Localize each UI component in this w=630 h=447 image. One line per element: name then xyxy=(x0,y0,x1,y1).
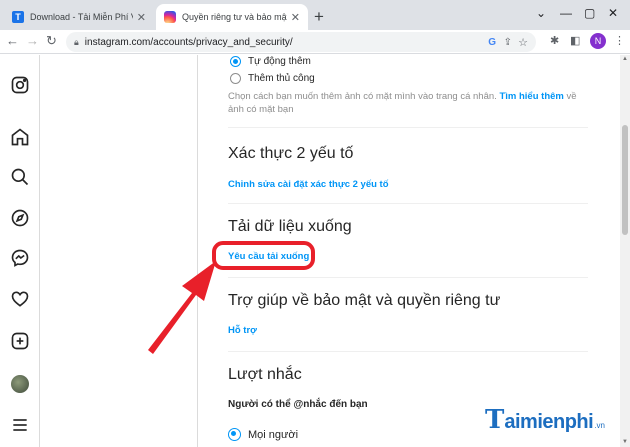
home-icon[interactable] xyxy=(10,127,30,147)
scroll-thumb[interactable] xyxy=(622,125,628,235)
url-text[interactable]: instagram.com/accounts/privacy_and_secur… xyxy=(85,37,293,48)
back-icon[interactable]: ← xyxy=(6,33,19,48)
explore-icon[interactable] xyxy=(10,208,30,228)
forward-icon[interactable]: → xyxy=(26,33,39,48)
two-factor-heading: Xác thực 2 yếu tố xyxy=(228,145,354,162)
radio-selected-icon[interactable] xyxy=(228,428,241,441)
learn-more-link[interactable]: Tìm hiểu thêm xyxy=(499,91,563,102)
sidebar-icon[interactable]: ◧ xyxy=(570,34,580,47)
share-icon[interactable]: ⇪ xyxy=(504,37,512,48)
close-tab-icon[interactable]: ✕ xyxy=(137,11,146,24)
scroll-down-icon[interactable]: ▼ xyxy=(622,439,628,445)
description-text: Chọn cách bạn muốn thêm ảnh có mặt mình … xyxy=(228,91,497,102)
heart-icon[interactable] xyxy=(10,289,30,309)
instagram-favicon-icon xyxy=(164,11,176,23)
close-window-icon[interactable]: ✕ xyxy=(608,6,618,20)
divider xyxy=(228,277,588,278)
tab-search-chevron-icon[interactable]: ⌄ xyxy=(536,6,546,20)
radio-mentions-everyone[interactable]: Mọi người xyxy=(228,428,298,441)
extensions-icon[interactable]: ✱ xyxy=(550,34,559,47)
page-scrollbar[interactable]: ▲ ▼ xyxy=(620,55,630,447)
tab-instagram-privacy[interactable]: Quyền riêng tư và bảo mật • Inst ✕ xyxy=(156,4,308,30)
messenger-icon[interactable] xyxy=(10,248,30,268)
divider xyxy=(228,351,588,352)
minimize-icon[interactable]: — xyxy=(560,6,572,20)
maximize-icon[interactable]: ▢ xyxy=(584,6,595,20)
download-data-heading: Tải dữ liệu xuống xyxy=(228,218,352,235)
divider xyxy=(228,127,588,128)
watermark-tld: .vn xyxy=(594,421,605,430)
radio-selected-icon[interactable] xyxy=(230,56,241,67)
radio-auto-add[interactable]: Tự động thêm xyxy=(230,56,311,67)
radio-label: Thêm thủ công xyxy=(248,73,315,84)
radio-label: Mọi người xyxy=(248,428,299,441)
create-icon[interactable] xyxy=(10,331,30,351)
radio-unselected-icon[interactable] xyxy=(230,73,241,84)
lock-icon[interactable]: 🔒︎ xyxy=(74,37,79,48)
radio-label: Tự động thêm xyxy=(248,56,311,67)
more-menu-icon[interactable]: ⋮ xyxy=(614,34,625,47)
profile-avatar[interactable] xyxy=(11,375,29,393)
tab-download[interactable]: T Download - Tải Miễn Phí VN - Ph ✕ xyxy=(4,4,154,30)
instagram-logo-icon[interactable] xyxy=(10,75,30,95)
watermark-text: aimienphi xyxy=(504,411,594,433)
profile-avatar[interactable]: N xyxy=(590,33,606,49)
mentions-subheading: Người có thể @nhắc đến bạn xyxy=(228,399,368,410)
address-bar[interactable]: 🔒︎ instagram.com/accounts/privacy_and_se… xyxy=(66,32,536,52)
divider xyxy=(228,203,588,204)
taimienphi-favicon-icon: T xyxy=(12,11,24,23)
instagram-sidebar xyxy=(0,55,40,447)
watermark-logo-letter: T xyxy=(485,405,505,435)
google-lens-icon[interactable]: G xyxy=(488,37,496,48)
tab-title: Quyền riêng tư và bảo mật • Inst xyxy=(182,12,287,22)
browser-toolbar: ← → ↻ 🔒︎ instagram.com/accounts/privacy_… xyxy=(0,30,630,54)
menu-icon[interactable] xyxy=(10,415,30,435)
search-icon[interactable] xyxy=(10,167,30,187)
scroll-up-icon[interactable]: ▲ xyxy=(622,56,628,62)
mentions-heading: Lượt nhắc xyxy=(228,366,302,383)
taimienphi-watermark: T aimienphi .vn xyxy=(485,405,605,435)
photo-description: Chọn cách bạn muốn thêm ảnh có mặt mình … xyxy=(228,90,588,116)
tab-title: Download - Tải Miễn Phí VN - Ph xyxy=(30,12,133,22)
edit-two-factor-link[interactable]: Chỉnh sửa cài đặt xác thực 2 yếu tố xyxy=(228,179,389,190)
privacy-help-heading: Trợ giúp về bảo mật và quyền riêng tư xyxy=(228,292,501,309)
bookmark-star-icon[interactable]: ☆ xyxy=(518,36,528,49)
close-tab-icon[interactable]: ✕ xyxy=(291,11,300,24)
reload-icon[interactable]: ↻ xyxy=(46,33,57,49)
tab-strip: T Download - Tải Miễn Phí VN - Ph ✕ Quyề… xyxy=(0,0,630,30)
radio-manual-add[interactable]: Thêm thủ công xyxy=(230,73,315,84)
new-tab-icon[interactable]: + xyxy=(314,7,324,27)
red-arrow-icon xyxy=(148,261,216,354)
